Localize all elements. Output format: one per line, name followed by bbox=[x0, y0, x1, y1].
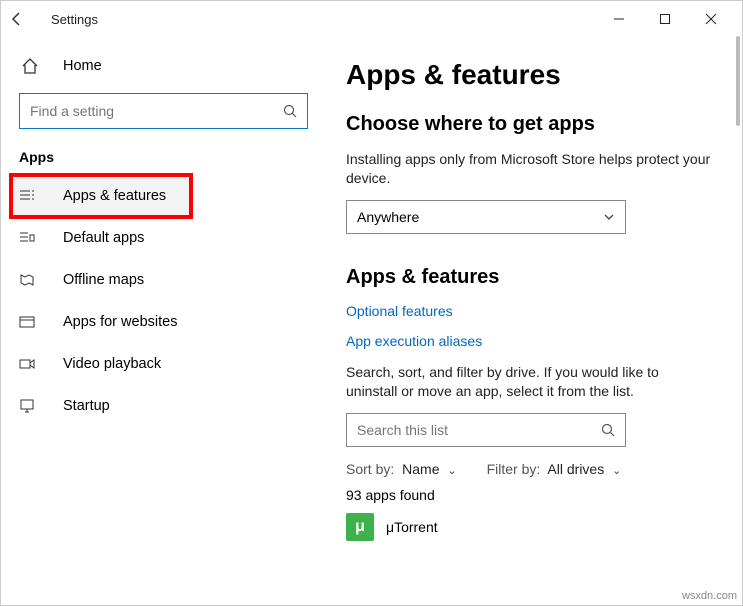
filter-label: Filter by: bbox=[487, 461, 541, 477]
choose-body: Installing apps only from Microsoft Stor… bbox=[346, 150, 714, 188]
filter-by-control[interactable]: Filter by: All drives ⌄ bbox=[487, 461, 622, 477]
filter-body: Search, sort, and filter by drive. If yo… bbox=[346, 363, 714, 401]
execution-aliases-link[interactable]: App execution aliases bbox=[346, 333, 714, 349]
window-title: Settings bbox=[51, 12, 98, 27]
home-nav[interactable]: Home bbox=[1, 47, 326, 85]
vertical-scrollbar[interactable] bbox=[732, 36, 742, 605]
sidebar-group-title: Apps bbox=[1, 143, 326, 175]
apps-features-icon bbox=[19, 188, 41, 204]
watermark-text: wsxdn.com bbox=[682, 590, 737, 602]
app-name: μTorrent bbox=[386, 519, 438, 535]
titlebar: Settings bbox=[1, 1, 742, 37]
sidebar-item-apps-websites[interactable]: Apps for websites bbox=[1, 301, 326, 343]
app-source-dropdown[interactable]: Anywhere bbox=[346, 200, 626, 234]
utorrent-icon: μ bbox=[346, 513, 374, 541]
sidebar-item-label: Apps for websites bbox=[63, 314, 177, 330]
app-list-item[interactable]: μ μTorrent bbox=[346, 513, 714, 541]
chevron-down-icon: ⌄ bbox=[447, 465, 456, 477]
app-search-box[interactable] bbox=[346, 413, 626, 447]
page-title: Apps & features bbox=[346, 59, 714, 91]
sidebar-item-label: Startup bbox=[63, 398, 110, 414]
sidebar-item-label: Offline maps bbox=[63, 272, 144, 288]
sidebar-item-label: Default apps bbox=[63, 230, 144, 246]
apps-features-heading: Apps & features bbox=[346, 266, 714, 289]
default-apps-icon bbox=[19, 230, 41, 246]
sidebar-item-default-apps[interactable]: Default apps bbox=[1, 217, 326, 259]
chevron-down-icon bbox=[603, 211, 615, 223]
startup-icon bbox=[19, 398, 41, 414]
choose-heading: Choose where to get apps bbox=[346, 113, 714, 136]
apps-count: 93 apps found bbox=[346, 487, 714, 503]
offline-maps-icon bbox=[19, 272, 41, 288]
sort-label: Sort by: bbox=[346, 461, 394, 477]
sidebar-item-offline-maps[interactable]: Offline maps bbox=[1, 259, 326, 301]
main-panel: Apps & features Choose where to get apps… bbox=[326, 37, 742, 605]
sidebar-item-startup[interactable]: Startup bbox=[1, 385, 326, 427]
search-icon bbox=[601, 423, 615, 437]
sidebar-item-apps-features[interactable]: Apps & features bbox=[11, 175, 191, 217]
sidebar-nav: Apps & features Default apps Offline map… bbox=[1, 175, 326, 427]
app-source-value: Anywhere bbox=[357, 209, 419, 225]
sort-by-control[interactable]: Sort by: Name ⌄ bbox=[346, 461, 457, 477]
filter-value: All drives bbox=[547, 461, 604, 477]
chevron-down-icon: ⌄ bbox=[612, 465, 621, 477]
back-button[interactable] bbox=[9, 11, 33, 27]
apps-websites-icon bbox=[19, 314, 41, 330]
content-area: Home Apps Apps & features bbox=[1, 37, 742, 605]
sidebar-item-label: Video playback bbox=[63, 356, 161, 372]
video-playback-icon bbox=[19, 356, 41, 372]
scrollbar-thumb[interactable] bbox=[736, 36, 740, 126]
settings-window: Settings Home Apps bbox=[0, 0, 743, 606]
sort-value: Name bbox=[402, 461, 439, 477]
search-icon bbox=[283, 104, 297, 118]
maximize-button[interactable] bbox=[642, 3, 688, 35]
minimize-button[interactable] bbox=[596, 3, 642, 35]
optional-features-link[interactable]: Optional features bbox=[346, 303, 714, 319]
app-search-input[interactable] bbox=[357, 422, 601, 438]
home-label: Home bbox=[63, 58, 102, 74]
home-icon bbox=[21, 57, 43, 75]
find-setting-search[interactable] bbox=[19, 93, 308, 129]
sidebar: Home Apps Apps & features bbox=[1, 37, 326, 605]
sidebar-item-video-playback[interactable]: Video playback bbox=[1, 343, 326, 385]
find-setting-input[interactable] bbox=[30, 103, 283, 119]
close-button[interactable] bbox=[688, 3, 734, 35]
sidebar-item-label: Apps & features bbox=[63, 188, 166, 204]
sort-filter-row: Sort by: Name ⌄ Filter by: All drives ⌄ bbox=[346, 461, 714, 477]
